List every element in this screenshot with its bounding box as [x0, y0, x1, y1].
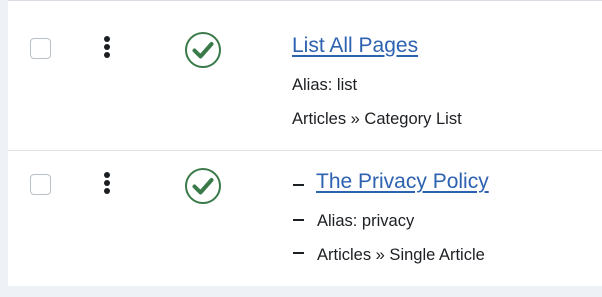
menu-item-title-link[interactable]: List All Pages	[292, 34, 418, 58]
menu-item-alias: Alias: list	[292, 76, 358, 94]
vertical-ellipsis-icon[interactable]	[100, 35, 114, 63]
menu-items-table: List All Pages Alias: list Articles » Ca…	[8, 0, 602, 286]
level-indent-marker	[293, 252, 304, 254]
check-circle-icon[interactable]	[184, 167, 222, 205]
level-indent-marker	[293, 219, 304, 221]
menu-item-type: Articles » Single Article	[317, 246, 485, 264]
vertical-ellipsis-icon[interactable]	[100, 171, 114, 199]
row-select-checkbox[interactable]	[30, 38, 51, 59]
table-row: The Privacy Policy Alias: privacy Articl…	[8, 151, 602, 286]
level-indent-marker	[293, 184, 304, 186]
row-select-checkbox[interactable]	[30, 174, 51, 195]
menu-item-alias: Alias: privacy	[317, 212, 415, 230]
check-circle-icon[interactable]	[184, 31, 222, 69]
menu-item-title-link[interactable]: The Privacy Policy	[316, 170, 489, 194]
menu-item-type: Articles » Category List	[292, 110, 462, 128]
table-row: List All Pages Alias: list Articles » Ca…	[8, 15, 602, 151]
